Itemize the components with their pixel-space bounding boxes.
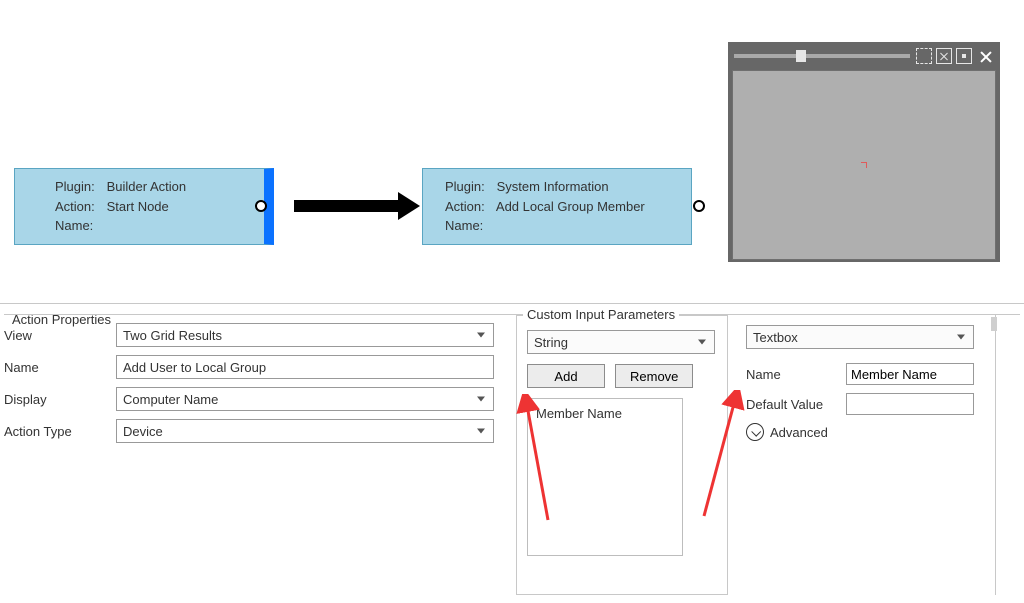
advanced-label: Advanced bbox=[770, 425, 828, 440]
view-label: View bbox=[4, 328, 116, 343]
param-name-input[interactable] bbox=[846, 363, 974, 385]
view-select[interactable]: Two Grid Results bbox=[116, 323, 494, 347]
parameter-detail: Textbox Name Default Value Advanced bbox=[736, 315, 996, 595]
add-button[interactable]: Add bbox=[527, 364, 605, 388]
display-label: Display bbox=[4, 392, 116, 407]
node-plugin-label: Plugin: bbox=[445, 177, 493, 197]
preview-viewport[interactable] bbox=[732, 70, 996, 260]
close-icon[interactable] bbox=[978, 48, 994, 64]
display-select[interactable]: Computer Name bbox=[116, 387, 494, 411]
action-type-select[interactable]: Device bbox=[116, 419, 494, 443]
expand-icon[interactable] bbox=[936, 48, 952, 64]
param-default-label: Default Value bbox=[746, 397, 846, 412]
name-value: Add User to Local Group bbox=[123, 360, 266, 375]
custom-input-parameters: Custom Input Parameters String Add Remov… bbox=[516, 315, 728, 595]
name-label: Name bbox=[4, 360, 116, 375]
node-target[interactable]: Plugin: System Information Action: Add L… bbox=[422, 168, 692, 245]
properties-form: View Two Grid Results Name Add User to L… bbox=[4, 323, 504, 451]
preview-marker bbox=[861, 162, 867, 168]
node-name-label: Name: bbox=[445, 216, 493, 236]
action-properties-panel: Action Properties View Two Grid Results … bbox=[4, 314, 1020, 594]
node-action-value: Start Node bbox=[107, 199, 169, 214]
node-start[interactable]: Plugin: Builder Action Action: Start Nod… bbox=[14, 168, 274, 245]
preview-zoom-slider[interactable] bbox=[734, 54, 910, 58]
connector-arrow[interactable] bbox=[294, 200, 402, 212]
center-icon[interactable] bbox=[956, 48, 972, 64]
list-item[interactable]: Member Name bbox=[528, 403, 682, 424]
action-type-label: Action Type bbox=[4, 424, 116, 439]
node-name-label: Name: bbox=[55, 216, 103, 236]
cip-type-select[interactable]: String bbox=[527, 330, 715, 354]
remove-button[interactable]: Remove bbox=[615, 364, 693, 388]
preview-window[interactable] bbox=[728, 42, 1000, 262]
workflow-canvas[interactable]: Plugin: Builder Action Action: Start Nod… bbox=[0, 0, 1024, 303]
advanced-toggle[interactable]: Advanced bbox=[746, 423, 987, 441]
node-action-label: Action: bbox=[55, 197, 103, 217]
name-input[interactable]: Add User to Local Group bbox=[116, 355, 494, 379]
param-default-input[interactable] bbox=[846, 393, 974, 415]
cip-label: Custom Input Parameters bbox=[523, 307, 679, 322]
cip-type-value: String bbox=[534, 335, 568, 350]
panel-divider[interactable] bbox=[0, 303, 1024, 304]
display-value: Computer Name bbox=[123, 392, 218, 407]
slider-thumb[interactable] bbox=[796, 50, 806, 62]
param-control-type-value: Textbox bbox=[753, 330, 798, 345]
scrollbar-thumb[interactable] bbox=[991, 317, 997, 331]
node-action-value: Add Local Group Member bbox=[496, 199, 645, 214]
node-output-port[interactable] bbox=[693, 200, 705, 212]
chevron-down-icon bbox=[746, 423, 764, 441]
param-control-type-select[interactable]: Textbox bbox=[746, 325, 974, 349]
node-plugin-value: Builder Action bbox=[107, 179, 187, 194]
node-action-label: Action: bbox=[445, 197, 493, 217]
cip-listbox[interactable]: Member Name bbox=[527, 398, 683, 556]
preview-titlebar[interactable] bbox=[730, 44, 998, 68]
param-name-label: Name bbox=[746, 367, 846, 382]
node-output-port[interactable] bbox=[255, 200, 267, 212]
node-plugin-label: Plugin: bbox=[55, 177, 103, 197]
view-value: Two Grid Results bbox=[123, 328, 222, 343]
node-plugin-value: System Information bbox=[497, 179, 609, 194]
fit-icon[interactable] bbox=[916, 48, 932, 64]
action-type-value: Device bbox=[123, 424, 163, 439]
